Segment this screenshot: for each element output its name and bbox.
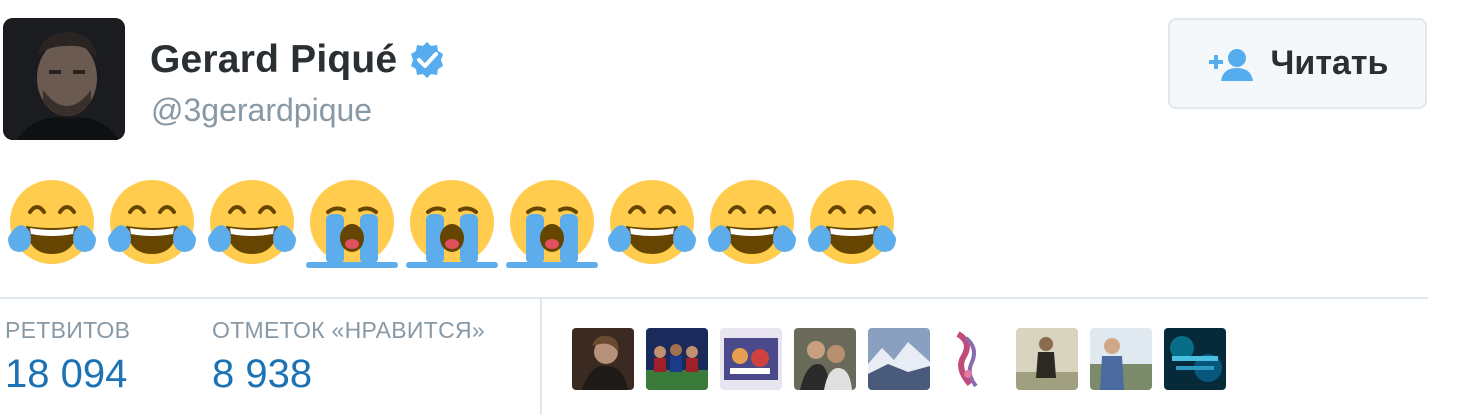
stats-vertical-divider [540,299,542,415]
liker-avatar[interactable] [1016,328,1078,390]
tears-of-joy-emoji-icon [706,176,806,272]
verified-badge-icon [407,40,447,80]
loudly-crying-emoji-icon [406,176,506,272]
follow-button-label: Читать [1270,44,1389,82]
liker-avatar[interactable] [572,328,634,390]
stats-divider [0,297,1428,299]
liker-avatar[interactable] [646,328,708,390]
likers-avatars [572,328,1238,390]
user-name[interactable]: Gerard Piqué [150,38,397,82]
avatar[interactable] [3,18,125,140]
liker-avatar[interactable] [794,328,856,390]
likes-label: ОТМЕТОК «НРАВИТСЯ» [212,317,486,343]
tears-of-joy-emoji-icon [206,176,306,272]
liker-avatar[interactable] [720,328,782,390]
tears-of-joy-emoji-icon [6,176,106,272]
tears-of-joy-emoji-icon [606,176,706,272]
retweets-stat[interactable]: РЕТВИТОВ 18 094 [5,317,130,397]
add-user-icon [1207,47,1255,81]
follow-button[interactable]: Читать [1168,18,1427,109]
liker-avatar[interactable] [868,328,930,390]
liker-avatar[interactable] [1090,328,1152,390]
tears-of-joy-emoji-icon [106,176,206,272]
tears-of-joy-emoji-icon [806,176,906,272]
loudly-crying-emoji-icon [306,176,406,272]
likes-stat[interactable]: ОТМЕТОК «НРАВИТСЯ» 8 938 [212,317,485,397]
retweets-label: РЕТВИТОВ [5,317,131,343]
tweet-text [6,176,906,272]
retweets-count: 18 094 [5,352,128,396]
liker-avatar[interactable] [1164,328,1226,390]
likes-count: 8 938 [212,352,313,396]
loudly-crying-emoji-icon [506,176,606,272]
user-name-row[interactable]: Gerard Piqué [150,36,447,84]
liker-avatar[interactable] [942,328,1004,390]
user-handle[interactable]: @3gerardpique [151,92,372,129]
